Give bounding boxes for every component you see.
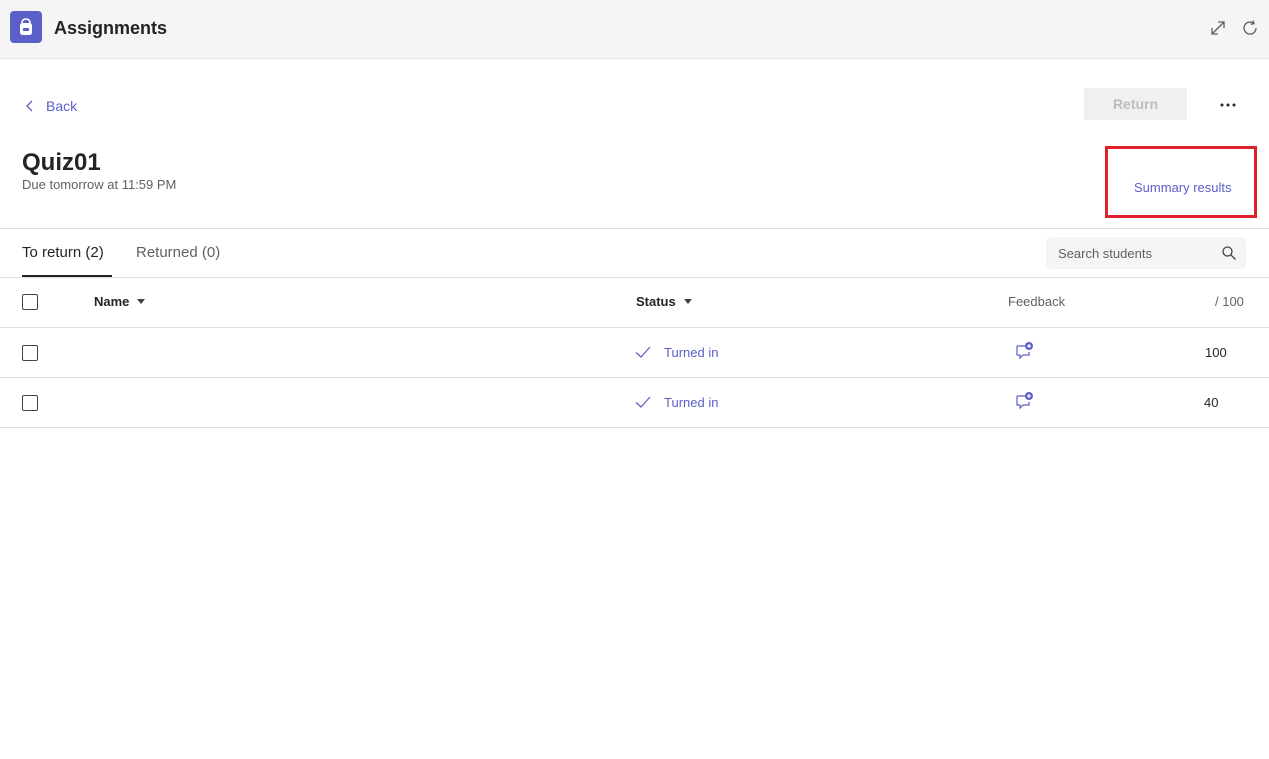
- score-value[interactable]: 40: [1204, 395, 1218, 410]
- chevron-left-icon: [26, 100, 33, 112]
- tab-to-return[interactable]: To return (2): [22, 244, 104, 261]
- divider: [0, 277, 1269, 278]
- status-cell: Turned in: [634, 343, 718, 361]
- column-status-label: Status: [636, 294, 676, 309]
- checkmark-icon: [635, 396, 651, 408]
- assignment-title: Quiz01: [22, 149, 101, 176]
- expand-icon[interactable]: [1209, 19, 1227, 37]
- back-button[interactable]: Back: [22, 96, 77, 116]
- refresh-icon[interactable]: [1241, 19, 1259, 37]
- column-header-score: / 100: [1215, 294, 1244, 309]
- status-text: Turned in: [664, 344, 719, 360]
- redaction-mask: [48, 378, 208, 428]
- divider: [0, 228, 1269, 229]
- column-score-label: / 100: [1215, 294, 1244, 309]
- back-label: Back: [46, 98, 78, 114]
- tab-returned[interactable]: Returned (0): [136, 244, 220, 261]
- status-cell: Turned in: [634, 393, 718, 411]
- status-text: Turned in: [664, 394, 719, 410]
- app-title: Assignments: [54, 18, 168, 38]
- select-all-checkbox[interactable]: [22, 294, 38, 310]
- column-feedback-label: Feedback: [1008, 294, 1066, 309]
- app-header: Assignments: [0, 0, 1269, 59]
- divider: [0, 427, 1269, 428]
- search-input[interactable]: [1046, 237, 1246, 269]
- add-feedback-icon[interactable]: [1014, 341, 1034, 361]
- row-checkbox[interactable]: [22, 345, 38, 361]
- column-header-status[interactable]: Status: [636, 294, 692, 309]
- column-header-name[interactable]: Name: [94, 294, 146, 309]
- search-box[interactable]: [1046, 237, 1246, 269]
- more-options-icon[interactable]: [1214, 94, 1242, 116]
- caret-down-icon: [137, 299, 146, 304]
- checkmark-icon: [635, 346, 651, 358]
- add-feedback-icon[interactable]: [1014, 391, 1034, 411]
- due-date: Due tomorrow at 11:59 PM: [22, 177, 177, 192]
- row-checkbox[interactable]: [22, 395, 38, 411]
- caret-down-icon: [683, 299, 692, 304]
- score-value[interactable]: 100: [1205, 345, 1227, 360]
- search-icon[interactable]: [1221, 245, 1237, 261]
- column-name-label: Name: [94, 294, 130, 309]
- column-header-feedback: Feedback: [1008, 294, 1065, 309]
- backpack-icon: [10, 11, 42, 43]
- divider: [0, 327, 1269, 328]
- summary-results-link[interactable]: Summary results: [1134, 180, 1232, 195]
- return-button[interactable]: Return: [1084, 88, 1187, 120]
